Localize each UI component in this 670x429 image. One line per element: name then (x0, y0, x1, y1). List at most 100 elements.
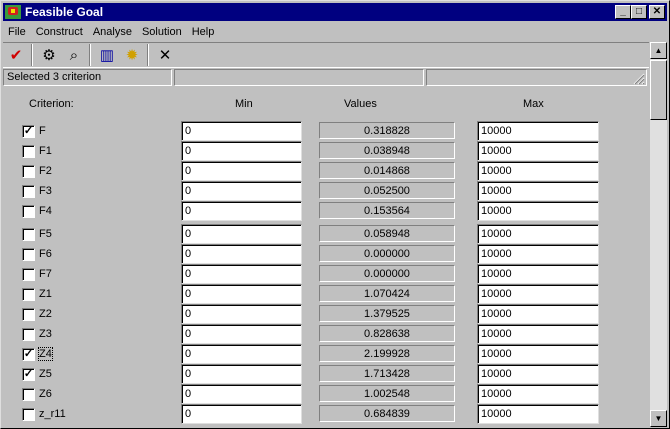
vertical-scrollbar[interactable]: ▲ ▼ (650, 42, 667, 427)
criterion-label[interactable]: F4 (39, 205, 52, 217)
max-input[interactable]: 10000 (477, 181, 599, 201)
max-input[interactable]: 10000 (477, 284, 599, 304)
menu-solution[interactable]: Solution (137, 26, 187, 38)
criterion-label[interactable]: Z4 (38, 347, 53, 361)
criterion-row: Z2 0 1.379525 10000 (3, 304, 649, 324)
criterion-checkbox[interactable] (22, 185, 35, 198)
min-input[interactable]: 0 (181, 224, 302, 244)
sun-icon[interactable]: ✹ (120, 44, 144, 66)
criterion-label[interactable]: Z6 (39, 388, 52, 400)
criterion-row: ✓ F 0 0.318828 10000 (3, 121, 649, 141)
max-input[interactable]: 10000 (477, 244, 599, 264)
criterion-label[interactable]: Z3 (39, 328, 52, 340)
title-bar[interactable]: Feasible Goal _ □ ✕ (3, 3, 667, 21)
feasible-goal-window: Feasible Goal _ □ ✕ File Construct Analyse… (0, 0, 670, 429)
criterion-value: 1.379525 (319, 305, 455, 322)
criterion-label[interactable]: Z2 (39, 308, 52, 320)
min-input[interactable]: 0 (181, 284, 302, 304)
criterion-label[interactable]: F7 (39, 268, 52, 280)
header-values: Values (344, 98, 377, 110)
min-input[interactable]: 0 (181, 141, 302, 161)
max-input[interactable]: 10000 (477, 121, 599, 141)
min-input[interactable]: 0 (181, 344, 302, 364)
criterion-value: 0.318828 (319, 122, 455, 139)
menu-help[interactable]: Help (187, 26, 220, 38)
max-input[interactable]: 10000 (477, 384, 599, 404)
close-button[interactable]: ✕ (649, 5, 665, 19)
criterion-value: 0.014868 (319, 162, 455, 179)
close-x-icon[interactable]: ✕ (153, 44, 177, 66)
max-input[interactable]: 10000 (477, 364, 599, 384)
criterion-label[interactable]: F5 (39, 228, 52, 240)
criterion-checkbox[interactable] (22, 268, 35, 281)
criterion-label[interactable]: Z1 (39, 288, 52, 300)
max-input[interactable]: 10000 (477, 344, 599, 364)
criterion-label[interactable]: F (39, 125, 46, 137)
criterion-label[interactable]: F2 (39, 165, 52, 177)
menu-file[interactable]: File (3, 26, 31, 38)
min-input[interactable]: 0 (181, 121, 302, 141)
criterion-value: 0.000000 (319, 265, 455, 282)
min-input[interactable]: 0 (181, 364, 302, 384)
min-input[interactable]: 0 (181, 264, 302, 284)
binoculars-icon[interactable]: ⌕ (62, 44, 86, 66)
min-input[interactable]: 0 (181, 161, 302, 181)
toolbar: ✔ ⚙ ⌕ ▥ ✹ ✕ (3, 42, 649, 68)
criterion-checkbox[interactable] (22, 248, 35, 261)
menu-bar: File Construct Analyse Solution Help (3, 23, 667, 41)
criterion-checkbox[interactable] (22, 228, 35, 241)
header-min: Min (235, 98, 253, 110)
max-input[interactable]: 10000 (477, 141, 599, 161)
menu-analyse[interactable]: Analyse (88, 26, 137, 38)
min-input[interactable]: 0 (181, 384, 302, 404)
criterion-checkbox[interactable] (22, 328, 35, 341)
min-input[interactable]: 0 (181, 201, 302, 221)
resize-grip-icon[interactable] (633, 73, 645, 85)
criterion-checkbox[interactable]: ✓ (22, 368, 35, 381)
min-input[interactable]: 0 (181, 324, 302, 344)
checkmark-icon[interactable]: ✔ (4, 44, 28, 66)
scroll-up-button[interactable]: ▲ (650, 42, 667, 59)
criterion-checkbox[interactable] (22, 308, 35, 321)
min-input[interactable]: 0 (181, 304, 302, 324)
criterion-label[interactable]: Z5 (39, 368, 52, 380)
menu-construct[interactable]: Construct (31, 26, 88, 38)
chart-icon[interactable]: ▥ (95, 44, 119, 66)
criterion-checkbox[interactable] (22, 388, 35, 401)
max-input[interactable]: 10000 (477, 201, 599, 221)
min-input[interactable]: 0 (181, 404, 302, 424)
criterion-value: 2.199928 (319, 345, 455, 362)
criterion-row: Z6 0 1.002548 10000 (3, 384, 649, 404)
min-input[interactable]: 0 (181, 181, 302, 201)
criterion-label[interactable]: F3 (39, 185, 52, 197)
criterion-value: 0.038948 (319, 142, 455, 159)
min-input[interactable]: 0 (181, 244, 302, 264)
criterion-row: F6 0 0.000000 10000 (3, 244, 649, 264)
criterion-label[interactable]: F6 (39, 248, 52, 260)
criterion-label[interactable]: F1 (39, 145, 52, 157)
minimize-button[interactable]: _ (615, 5, 631, 19)
criterion-checkbox[interactable] (22, 205, 35, 218)
criterion-checkbox[interactable]: ✓ (22, 348, 35, 361)
criterion-value: 0.684839 (319, 405, 455, 422)
criterion-checkbox[interactable]: ✓ (22, 125, 35, 138)
criterion-checkbox[interactable] (22, 288, 35, 301)
criterion-value: 0.153564 (319, 202, 455, 219)
criterion-row: ✓ Z4 0 2.199928 10000 (3, 344, 649, 364)
gear-icon[interactable]: ⚙ (37, 44, 61, 66)
criterion-checkbox[interactable] (22, 145, 35, 158)
max-input[interactable]: 10000 (477, 304, 599, 324)
criterion-checkbox[interactable] (22, 165, 35, 178)
scroll-down-button[interactable]: ▼ (650, 410, 667, 427)
max-input[interactable]: 10000 (477, 264, 599, 284)
max-input[interactable]: 10000 (477, 224, 599, 244)
max-input[interactable]: 10000 (477, 404, 599, 424)
scroll-thumb[interactable] (650, 60, 667, 120)
max-input[interactable]: 10000 (477, 161, 599, 181)
max-input[interactable]: 10000 (477, 324, 599, 344)
maximize-button[interactable]: □ (631, 5, 647, 19)
toolbar-separator (147, 44, 149, 66)
status-bar: Selected 3 criterion (3, 69, 649, 87)
criterion-label[interactable]: z_r11 (39, 408, 66, 420)
criterion-checkbox[interactable] (22, 408, 35, 421)
